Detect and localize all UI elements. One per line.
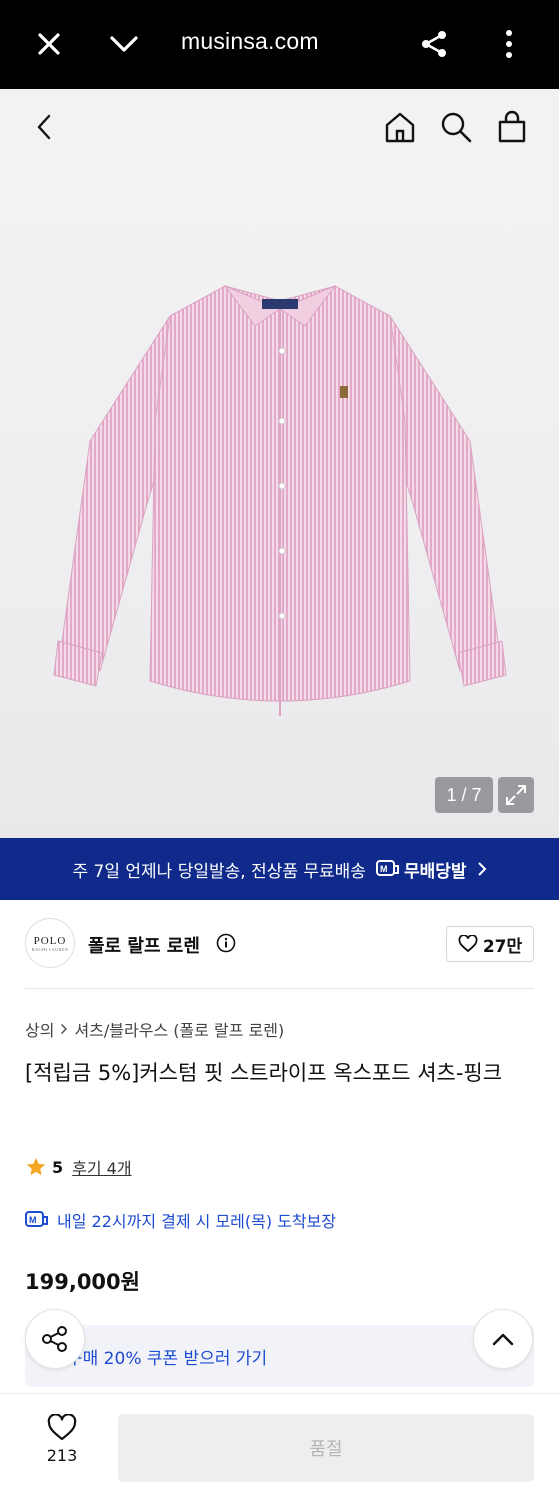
cart-icon[interactable] xyxy=(490,105,534,149)
info-icon[interactable] xyxy=(216,933,236,957)
heart-icon xyxy=(458,935,478,953)
app-header xyxy=(0,89,559,169)
svg-text:M: M xyxy=(29,1215,37,1225)
star-icon xyxy=(26,1157,46,1176)
product-image xyxy=(53,284,507,716)
browser-toolbar: musinsa.com xyxy=(0,0,559,89)
svg-text:M: M xyxy=(380,864,388,874)
brand-name[interactable]: 폴로 랄프 로렌 xyxy=(88,932,200,958)
home-icon[interactable] xyxy=(378,105,422,149)
delivery-banner[interactable]: 주 7일 언제나 당일발송, 전상품 무료배송 M 무배당발 xyxy=(0,838,559,900)
bottom-action-bar: 213 품절 xyxy=(0,1393,559,1500)
product-image-gallery[interactable]: 1 / 7 xyxy=(0,169,559,838)
m-delivery-icon: M xyxy=(25,1211,48,1227)
image-counter: 1 / 7 xyxy=(435,777,493,813)
price: 199,000원 xyxy=(25,1270,140,1294)
expand-icon[interactable] xyxy=(498,777,534,813)
url-text[interactable]: musinsa.com xyxy=(181,28,319,55)
scroll-top-button[interactable] xyxy=(473,1309,533,1369)
breadcrumb-item[interactable]: 상의 xyxy=(25,1017,54,1041)
search-icon[interactable] xyxy=(434,105,478,149)
brand-logo[interactable]: POLO RALPH LAUREN xyxy=(25,918,75,968)
banner-text: 주 7일 언제나 당일발송, 전상품 무료배송 xyxy=(72,861,366,882)
brand-row: POLO RALPH LAUREN 폴로 랄프 로렌 27만 xyxy=(0,900,559,988)
banner-badge-text: 무배당발 xyxy=(403,861,467,882)
more-vertical-icon[interactable] xyxy=(487,22,531,66)
share-icon xyxy=(42,1326,67,1352)
share-button[interactable] xyxy=(25,1309,85,1369)
reviews-link[interactable]: 후기 4개 xyxy=(72,1155,131,1179)
brand-logo-text: POLO xyxy=(33,934,67,947)
brand-like-count: 27만 xyxy=(482,936,523,957)
like-button[interactable]: 213 xyxy=(32,1414,92,1474)
chevron-up-icon xyxy=(492,1333,514,1346)
chevron-right-icon xyxy=(477,861,487,877)
product-title: [적립금 5%]커스텀 핏 스트라이프 옥스포드 셔츠-핑크 xyxy=(25,1061,503,1085)
share-icon[interactable] xyxy=(412,22,456,66)
divider xyxy=(25,988,534,989)
delivery-text: 내일 22시까지 결제 시 모레(목) 도착보장 xyxy=(57,1212,337,1231)
rating-row: 5 후기 4개 xyxy=(25,1155,132,1179)
brand-like-button[interactable]: 27만 xyxy=(446,926,534,962)
heart-icon xyxy=(47,1414,77,1441)
back-icon[interactable] xyxy=(22,105,66,149)
m-delivery-icon: M xyxy=(375,859,400,879)
close-icon[interactable] xyxy=(27,22,71,66)
coupon-button[interactable]: 구매 20% 쿠폰 받으러 가기 xyxy=(25,1325,534,1387)
coupon-text: 구매 20% 쿠폰 받으러 가기 xyxy=(67,1348,268,1369)
brand-logo-subtext: RALPH LAUREN xyxy=(31,946,69,952)
like-count: 213 xyxy=(46,1446,78,1465)
chevron-down-icon[interactable] xyxy=(102,22,146,66)
rating-score: 5 xyxy=(52,1157,64,1177)
delivery-guarantee: M 내일 22시까지 결제 시 모레(목) 도착보장 xyxy=(25,1208,336,1232)
chevron-right-icon xyxy=(61,1023,68,1035)
soldout-button[interactable]: 품절 xyxy=(118,1414,534,1482)
breadcrumb-item[interactable]: 셔츠/블라우스 (폴로 랄프 로렌) xyxy=(74,1017,284,1041)
breadcrumb: 상의 셔츠/블라우스 (폴로 랄프 로렌) xyxy=(25,1017,284,1041)
